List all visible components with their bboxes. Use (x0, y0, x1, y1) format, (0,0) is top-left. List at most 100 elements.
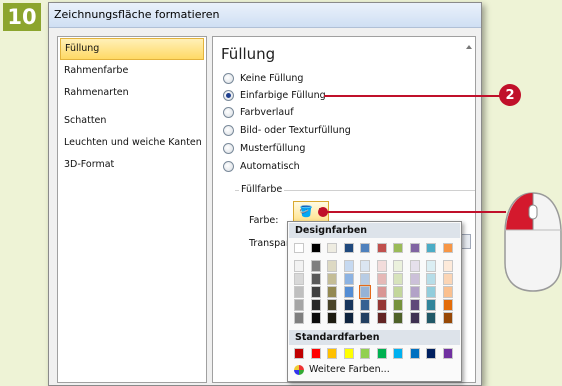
sidebar-item-line-color[interactable]: Rahmenfarbe (58, 60, 206, 82)
option-automatic[interactable]: Automatisch (223, 161, 300, 172)
color-swatch[interactable] (310, 273, 321, 285)
more-colors-button[interactable]: Weitere Farben... (294, 364, 390, 375)
standard-color-swatch[interactable] (442, 348, 453, 359)
color-swatch[interactable] (343, 273, 354, 285)
option-label: Automatisch (240, 161, 300, 172)
color-swatch[interactable] (393, 286, 403, 298)
color-swatch[interactable] (409, 286, 420, 298)
color-swatch[interactable] (310, 243, 321, 253)
color-swatch[interactable] (393, 260, 403, 272)
more-colors-label: Weitere Farben... (309, 364, 390, 375)
standard-color-swatch[interactable] (327, 348, 337, 359)
color-swatch[interactable] (442, 260, 453, 272)
option-picture-fill[interactable]: Bild- oder Texturfüllung (223, 125, 351, 136)
scroll-up-arrow-icon[interactable] (466, 45, 472, 49)
standard-color-swatch[interactable] (343, 348, 354, 359)
color-swatch[interactable] (426, 286, 436, 298)
color-swatch[interactable] (376, 273, 387, 285)
color-swatch[interactable] (343, 312, 354, 324)
color-swatch[interactable] (327, 299, 337, 311)
category-sidebar: Füllung Rahmenfarbe Rahmenarten Schatten… (57, 36, 207, 383)
color-swatch[interactable] (343, 243, 354, 253)
color-swatch[interactable] (327, 312, 337, 324)
color-swatch[interactable] (393, 243, 403, 253)
paint-bucket-icon: 🪣 (299, 205, 313, 218)
color-swatch[interactable] (327, 273, 337, 285)
radio-icon[interactable] (223, 73, 234, 84)
color-swatch[interactable] (360, 312, 370, 324)
standard-color-swatch[interactable] (393, 348, 403, 359)
sidebar-item-line-style[interactable]: Rahmenarten (58, 82, 206, 104)
color-swatch[interactable] (343, 299, 354, 311)
color-swatch[interactable] (426, 312, 436, 324)
color-swatch[interactable] (343, 286, 354, 298)
color-label: Farbe: (249, 215, 279, 226)
color-swatch[interactable] (442, 243, 453, 253)
color-swatch[interactable] (360, 243, 370, 253)
standard-color-swatch[interactable] (426, 348, 436, 359)
radio-icon[interactable] (223, 107, 234, 118)
color-swatch[interactable] (442, 299, 453, 311)
radio-icon[interactable] (223, 143, 234, 154)
color-swatch[interactable] (409, 299, 420, 311)
color-swatch[interactable] (359, 285, 371, 299)
radio-icon[interactable] (223, 125, 234, 136)
color-swatch[interactable] (310, 286, 321, 298)
color-swatch[interactable] (310, 299, 321, 311)
callout-line (324, 95, 500, 97)
color-swatch[interactable] (426, 273, 436, 285)
callout-number-badge: 2 (499, 84, 521, 106)
color-swatch[interactable] (360, 299, 370, 311)
dialog-title: Zeichnungsfläche formatieren (49, 3, 481, 28)
sidebar-item-fill[interactable]: Füllung (60, 38, 204, 60)
radio-selected-icon[interactable] (223, 90, 234, 101)
radio-icon[interactable] (223, 161, 234, 172)
option-pattern-fill[interactable]: Musterfüllung (223, 143, 305, 154)
color-swatch[interactable] (426, 243, 436, 253)
standard-color-swatch[interactable] (409, 348, 420, 359)
color-wheel-icon (294, 364, 304, 375)
color-swatch[interactable] (442, 312, 453, 324)
option-solid-fill[interactable]: Einfarbige Füllung (223, 90, 326, 101)
color-swatch[interactable] (376, 243, 387, 253)
color-swatch[interactable] (343, 260, 354, 272)
color-swatch[interactable] (442, 286, 453, 298)
color-swatch[interactable] (426, 260, 436, 272)
color-swatch[interactable] (442, 273, 453, 285)
color-swatch[interactable] (294, 312, 304, 324)
option-gradient-fill[interactable]: Farbverlauf (223, 107, 294, 118)
color-swatch[interactable] (376, 286, 387, 298)
color-swatch[interactable] (376, 260, 387, 272)
standard-color-swatch[interactable] (294, 348, 304, 359)
color-swatch[interactable] (327, 260, 337, 272)
sidebar-item-shadow[interactable]: Schatten (58, 110, 206, 132)
color-swatch[interactable] (409, 273, 420, 285)
color-swatch[interactable] (409, 243, 420, 253)
color-swatch[interactable] (294, 273, 304, 285)
color-swatch[interactable] (294, 299, 304, 311)
standard-color-swatch[interactable] (376, 348, 387, 359)
sidebar-item-3d-format[interactable]: 3D-Format (58, 154, 206, 176)
color-swatch[interactable] (409, 312, 420, 324)
color-swatch[interactable] (393, 312, 403, 324)
color-swatch[interactable] (327, 286, 337, 298)
color-swatch[interactable] (294, 243, 304, 253)
standard-color-swatch[interactable] (310, 348, 321, 359)
color-swatch[interactable] (327, 243, 337, 253)
color-dropdown: Designfarben Standardfarben Weitere Farb… (287, 221, 462, 382)
color-swatch[interactable] (294, 260, 304, 272)
standard-color-swatch[interactable] (360, 348, 370, 359)
color-swatch[interactable] (376, 312, 387, 324)
color-swatch[interactable] (393, 273, 403, 285)
color-swatch[interactable] (426, 299, 436, 311)
color-swatch[interactable] (393, 299, 403, 311)
color-swatch[interactable] (376, 299, 387, 311)
sidebar-item-glow[interactable]: Leuchten und weiche Kanten (58, 132, 206, 154)
color-swatch[interactable] (310, 260, 321, 272)
color-swatch[interactable] (409, 260, 420, 272)
color-swatch[interactable] (294, 286, 304, 298)
color-swatch[interactable] (310, 312, 321, 324)
color-swatch[interactable] (360, 273, 370, 285)
option-no-fill[interactable]: Keine Füllung (223, 73, 303, 84)
color-swatch[interactable] (360, 260, 370, 272)
